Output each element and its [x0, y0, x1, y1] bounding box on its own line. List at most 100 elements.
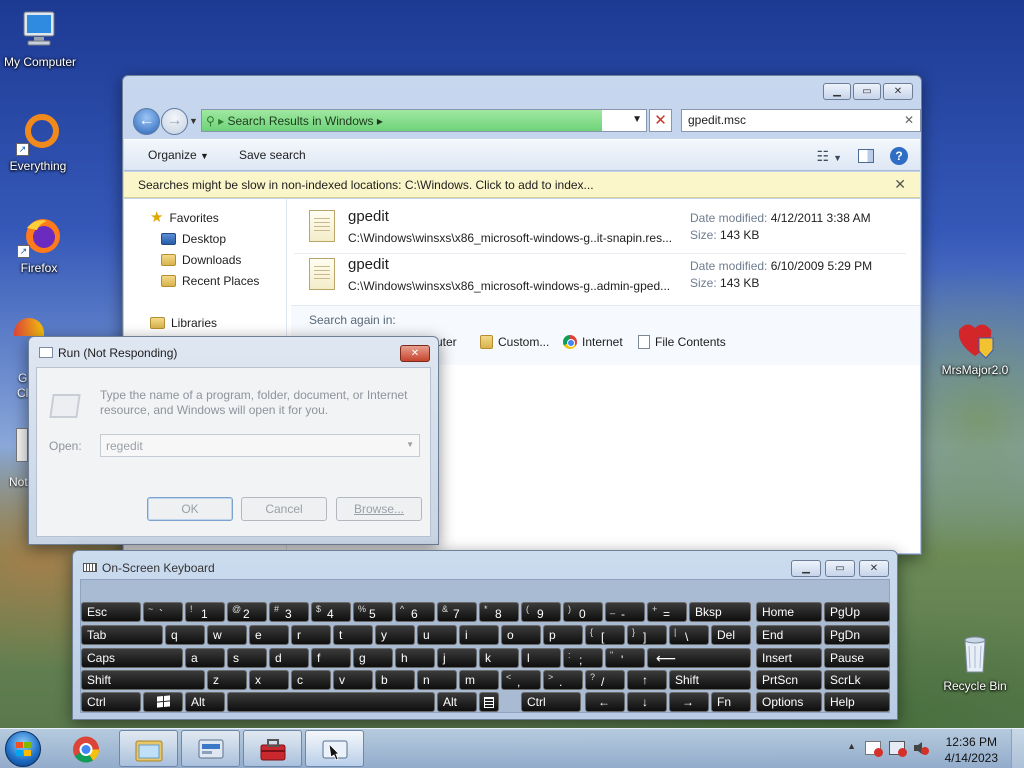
search-result-item[interactable]: gpedit C:\Windows\winsxs\x86_microsoft-w… — [309, 256, 899, 302]
desktop-icon-mrsmajor[interactable]: MrsMajor2.0 — [933, 316, 1017, 377]
desktop-icon-firefox[interactable]: ↗ Firefox — [0, 214, 81, 275]
key-esc[interactable]: Esc — [81, 602, 141, 622]
taskbar-explorer[interactable] — [119, 730, 178, 767]
key-v[interactable]: v — [333, 670, 373, 690]
key-b[interactable]: b — [375, 670, 415, 690]
key-h[interactable]: h — [395, 648, 435, 668]
open-combobox[interactable]: regedit ▼ — [100, 434, 420, 457]
key-p[interactable]: p — [543, 625, 583, 645]
back-button[interactable]: ← — [133, 108, 160, 135]
search-custom-link[interactable]: Custom... — [480, 335, 549, 349]
key-c[interactable]: c — [291, 670, 331, 690]
key-tilde[interactable]: ~ ` — [143, 602, 183, 622]
key-options[interactable]: Options — [756, 692, 822, 712]
key-end[interactable]: End — [756, 625, 822, 645]
key-ctrl-left[interactable]: Ctrl — [81, 692, 141, 712]
key-5[interactable]: % 5 — [353, 602, 393, 622]
maximize-button[interactable]: ▭ — [853, 83, 881, 100]
key-0[interactable]: ) 0 — [563, 602, 603, 622]
close-info-bar-icon[interactable]: ✕ — [894, 176, 906, 193]
key-a[interactable]: a — [185, 648, 225, 668]
key-down-arrow[interactable]: ↓ — [627, 692, 667, 712]
action-center-icon[interactable] — [865, 741, 883, 757]
key-u[interactable]: u — [417, 625, 457, 645]
show-hidden-icons-button[interactable]: ▲ — [847, 741, 856, 751]
key-pause[interactable]: Pause — [824, 648, 890, 668]
key-m[interactable]: m — [459, 670, 499, 690]
key-1[interactable]: ! 1 — [185, 602, 225, 622]
key-y[interactable]: y — [375, 625, 415, 645]
key-z[interactable]: z — [207, 670, 247, 690]
key-w[interactable]: w — [207, 625, 247, 645]
key-shift-right[interactable]: Shift — [669, 670, 751, 690]
clock[interactable]: 12:36 PM 4/14/2023 — [945, 734, 998, 766]
start-button[interactable] — [5, 731, 41, 767]
key-home[interactable]: Home — [756, 602, 822, 622]
volume-icon[interactable] — [913, 741, 929, 755]
key-6[interactable]: ^ 6 — [395, 602, 435, 622]
key-delete[interactable]: Del — [711, 625, 751, 645]
taskbar-on-screen-keyboard[interactable] — [305, 730, 364, 767]
key-alt-left[interactable]: Alt — [185, 692, 225, 712]
info-bar[interactable]: Searches might be slow in non-indexed lo… — [124, 172, 920, 198]
network-icon[interactable] — [889, 741, 907, 757]
key-3[interactable]: #3 — [269, 602, 309, 622]
taskbar-run[interactable] — [181, 730, 240, 767]
on-screen-keyboard-window[interactable]: On-Screen Keyboard ▁ ▭ ✕ Esc ~ ` ! 1 @2 #3… — [72, 550, 898, 720]
key-period[interactable]: >. — [543, 670, 583, 690]
key-g[interactable]: g — [353, 648, 393, 668]
key-semicolon[interactable]: :; — [563, 648, 603, 668]
search-internet-link[interactable]: Internet — [563, 335, 623, 349]
key-equals[interactable]: + = — [647, 602, 687, 622]
preview-pane-icon[interactable] — [858, 149, 874, 163]
key-up-arrow[interactable]: ↑ — [627, 670, 667, 690]
key-k[interactable]: k — [479, 648, 519, 668]
key-l[interactable]: l — [521, 648, 561, 668]
search-input[interactable]: gpedit.msc ✕ — [681, 109, 921, 132]
key-scrlk[interactable]: ScrLk — [824, 670, 890, 690]
key-comma[interactable]: <, — [501, 670, 541, 690]
desktop-icon-everything[interactable]: ↗ Everything — [0, 112, 80, 173]
key-left-arrow[interactable]: ← — [585, 692, 625, 712]
run-dialog[interactable]: Run (Not Responding) ✕ Type the name of … — [28, 336, 439, 545]
organize-button[interactable]: Organize ▼ — [148, 148, 209, 162]
maximize-button[interactable]: ▭ — [825, 560, 855, 577]
key-9[interactable]: (9 — [521, 602, 561, 622]
taskbar-toolbox[interactable] — [243, 730, 302, 767]
search-file-contents-link[interactable]: File Contents — [638, 335, 726, 349]
nav-libraries[interactable]: Libraries — [150, 316, 217, 330]
key-f[interactable]: f — [311, 648, 351, 668]
key-4[interactable]: $4 — [311, 602, 351, 622]
key-i[interactable]: i — [459, 625, 499, 645]
key-n[interactable]: n — [417, 670, 457, 690]
key-left-bracket[interactable]: {[ — [585, 625, 625, 645]
key-shift-left[interactable]: Shift — [81, 670, 205, 690]
recent-pages-dropdown[interactable]: ▼ — [189, 116, 198, 126]
key-help[interactable]: Help — [824, 692, 890, 712]
chrome-icon[interactable] — [14, 318, 44, 336]
key-space[interactable] — [227, 692, 435, 712]
minimize-button[interactable]: ▁ — [791, 560, 821, 577]
key-alt-right[interactable]: Alt — [437, 692, 477, 712]
clear-search-icon[interactable]: ✕ — [904, 113, 914, 127]
address-bar[interactable]: ⚲ ▸ Search Results in Windows ▸ ▼ — [201, 109, 647, 132]
key-minus[interactable]: _ - — [605, 602, 645, 622]
close-button[interactable]: ✕ — [883, 83, 913, 100]
cancel-button[interactable]: Cancel — [241, 497, 327, 521]
key-quote[interactable]: " ' — [605, 648, 645, 668]
key-backspace[interactable]: Bksp — [689, 602, 751, 622]
help-icon[interactable]: ? — [890, 147, 908, 165]
view-options-icon[interactable]: ☷ ▼ — [817, 148, 842, 165]
close-button[interactable]: ✕ — [859, 560, 889, 577]
forward-button[interactable]: → — [161, 108, 188, 135]
search-computer-link[interactable]: uter — [436, 335, 457, 349]
key-r[interactable]: r — [291, 625, 331, 645]
key-2[interactable]: @2 — [227, 602, 267, 622]
key-s[interactable]: s — [227, 648, 267, 668]
show-desktop-button[interactable] — [1011, 729, 1024, 768]
key-8[interactable]: * 8 — [479, 602, 519, 622]
key-caps[interactable]: Caps — [81, 648, 183, 668]
key-fn[interactable]: Fn — [711, 692, 751, 712]
key-x[interactable]: x — [249, 670, 289, 690]
desktop-icon-recycle-bin[interactable]: Recycle Bin — [933, 632, 1017, 693]
